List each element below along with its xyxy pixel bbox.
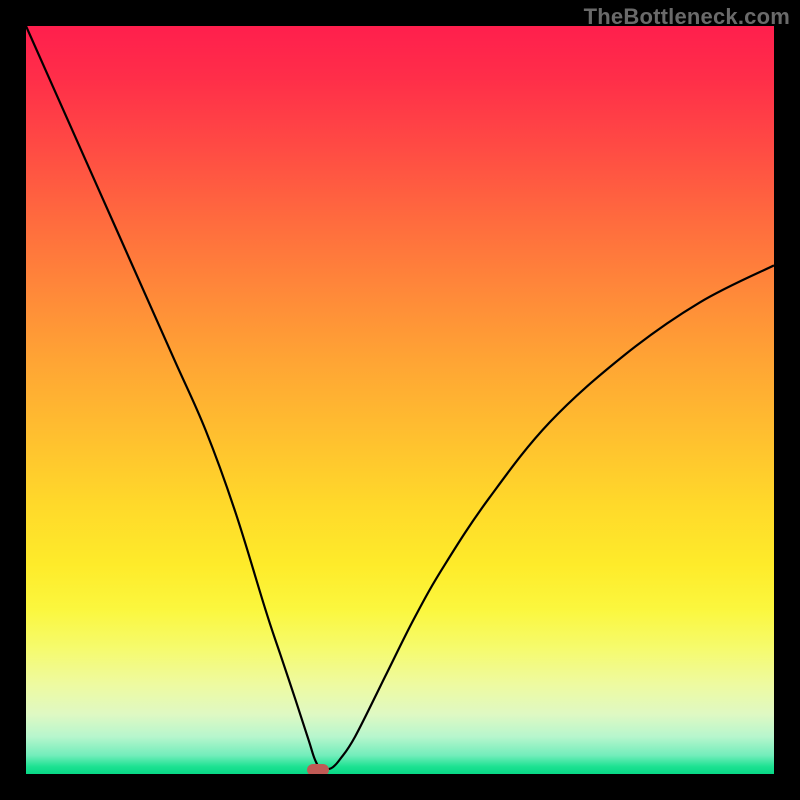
curve-svg [26,26,774,774]
watermark-text: TheBottleneck.com [584,4,790,30]
bottleneck-curve-path [26,26,774,770]
plot-area [26,26,774,774]
chart-frame: TheBottleneck.com [0,0,800,800]
minimum-marker [307,764,329,775]
